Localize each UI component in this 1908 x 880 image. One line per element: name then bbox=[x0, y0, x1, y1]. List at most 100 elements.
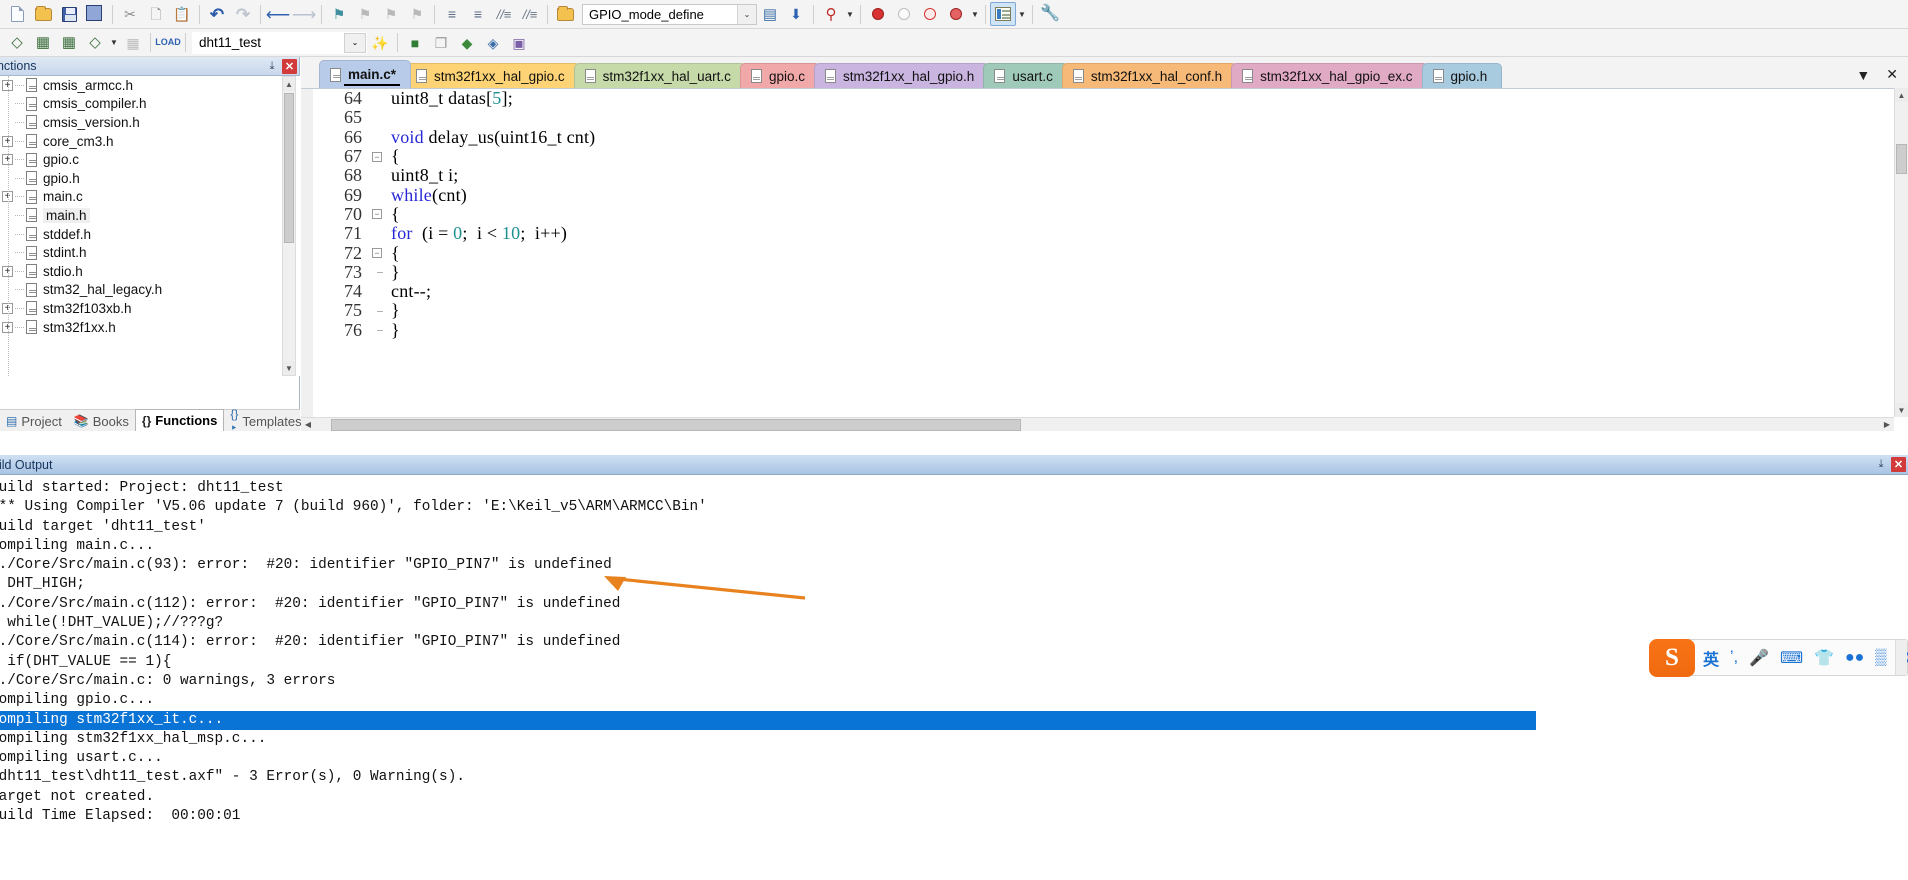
browse-file-button[interactable] bbox=[552, 2, 578, 26]
target-options-button[interactable]: ✨ bbox=[367, 31, 393, 55]
select-software-packs-button[interactable]: ▣ bbox=[506, 31, 532, 55]
batch-build-button[interactable]: ◇ bbox=[82, 31, 108, 55]
build-output-log[interactable]: Build started: Project: dht11_test *** Us… bbox=[0, 475, 1908, 880]
insert-symbol-button[interactable]: ⬇ bbox=[783, 2, 809, 26]
copy-button[interactable]: 🗋 bbox=[143, 2, 169, 26]
editor-tab[interactable]: stm32f1xx_hal_uart.c bbox=[573, 63, 746, 88]
save-all-button[interactable] bbox=[82, 2, 108, 26]
hscroll-track[interactable] bbox=[315, 418, 1880, 431]
breakpoint-dropdown-caret[interactable]: ▼ bbox=[969, 2, 981, 26]
editor-tab[interactable]: stm32f1xx_hal_conf.h bbox=[1061, 63, 1238, 88]
bookmark-next-button[interactable]: ⚑ bbox=[378, 2, 404, 26]
scroll-up-arrow-icon[interactable]: ▲ bbox=[283, 77, 295, 91]
uncomment-button[interactable]: //≡ bbox=[517, 2, 543, 26]
fold-marker[interactable]: − bbox=[369, 209, 385, 220]
editor-vertical-scrollbar[interactable]: ▲ ▼ bbox=[1894, 88, 1908, 417]
tree-item[interactable]: stdint.h bbox=[0, 243, 300, 262]
find-button[interactable]: ⚲ bbox=[818, 2, 844, 26]
build-output-line[interactable]: "dht11_test\dht11_test.axf" - 3 Error(s)… bbox=[0, 768, 1908, 787]
build-output-line[interactable]: Build started: Project: dht11_test bbox=[0, 479, 1908, 498]
manage-runtime-button[interactable]: ◈ bbox=[480, 31, 506, 55]
bookmark-prev-button[interactable]: ⚑ bbox=[352, 2, 378, 26]
close-icon[interactable]: ✕ bbox=[1891, 457, 1906, 472]
tree-item[interactable]: + stm32f1xx.h bbox=[0, 318, 300, 337]
new-file-button[interactable] bbox=[4, 2, 30, 26]
editor-tab[interactable]: stm32f1xx_hal_gpio_ex.c bbox=[1231, 63, 1428, 88]
build-output-line-selected[interactable]: compiling stm32f1xx_it.c... bbox=[0, 710, 1536, 730]
tree-item[interactable]: cmsis_version.h bbox=[0, 113, 300, 132]
tree-item[interactable]: + cmsis_armcc.h bbox=[0, 76, 300, 95]
fold-collapse-icon[interactable]: − bbox=[372, 209, 382, 220]
scroll-left-arrow-icon[interactable]: ◀ bbox=[301, 420, 315, 429]
ime-skin-icon[interactable]: 👕 bbox=[1814, 648, 1834, 668]
tree-item[interactable]: + gpio.c bbox=[0, 150, 300, 169]
bookmark-toggle-button[interactable]: ⚑ bbox=[326, 2, 352, 26]
tab-project[interactable]: ▤ Project bbox=[0, 411, 68, 431]
tree-item[interactable]: gpio.h bbox=[0, 169, 300, 188]
build-output-line[interactable]: Build target 'dht11_test' bbox=[0, 518, 1908, 537]
scroll-down-arrow-icon[interactable]: ▼ bbox=[283, 361, 295, 375]
find-dropdown-caret[interactable]: ▼ bbox=[844, 2, 856, 26]
tree-item[interactable]: stddef.h bbox=[0, 225, 300, 244]
build-output-line[interactable]: Target not created. bbox=[0, 788, 1908, 807]
breakpoint-disable-all-button[interactable] bbox=[917, 2, 943, 26]
build-output-line[interactable]: compiling main.c... bbox=[0, 537, 1908, 556]
scrollbar-thumb[interactable] bbox=[331, 418, 1021, 431]
chevron-down-icon[interactable]: ⌄ bbox=[737, 4, 756, 24]
editor-horizontal-scrollbar[interactable]: ◀ ▶ bbox=[301, 417, 1894, 431]
pack-installer-button[interactable]: ◆ bbox=[454, 31, 480, 55]
build-output-line[interactable]: compiling usart.c... bbox=[0, 749, 1908, 768]
tab-close-icon[interactable]: ✕ bbox=[1886, 66, 1898, 83]
fold-collapse-icon[interactable]: − bbox=[372, 248, 382, 259]
build-output-line[interactable]: DHT_HIGH; bbox=[0, 575, 1908, 594]
ime-voice-input-icon[interactable]: 🎤 bbox=[1749, 648, 1769, 668]
build-output-line[interactable]: ../Core/Src/main.c(114): error: #20: ide… bbox=[0, 633, 1908, 652]
build-output-line[interactable]: if(DHT_VALUE == 1){ bbox=[0, 653, 1908, 672]
comment-button[interactable]: //≡ bbox=[491, 2, 517, 26]
tree-item[interactable]: main.h bbox=[0, 206, 300, 225]
find-in-files-button[interactable]: ▤ bbox=[757, 2, 783, 26]
pin-icon[interactable]: ⤓ bbox=[265, 59, 279, 73]
build-output-line[interactable]: Build Time Elapsed: 00:00:01 bbox=[0, 807, 1908, 826]
stop-build-button[interactable]: ▦ bbox=[120, 31, 146, 55]
tab-functions[interactable]: {} Functions bbox=[134, 409, 225, 431]
search-combo[interactable]: GPIO_mode_define ⌄ bbox=[582, 3, 757, 25]
build-output-line[interactable]: compiling gpio.c... bbox=[0, 691, 1908, 710]
editor-tab[interactable]: gpio.c bbox=[739, 63, 820, 88]
save-button[interactable] bbox=[56, 2, 82, 26]
breakpoint-insert-button[interactable] bbox=[865, 2, 891, 26]
download-button[interactable]: LOAD bbox=[155, 31, 181, 55]
tree-item[interactable]: + stdio.h bbox=[0, 262, 300, 281]
open-file-button[interactable] bbox=[30, 2, 56, 26]
close-icon[interactable]: ✕ bbox=[282, 58, 297, 74]
bookmark-clear-button[interactable]: ⚑ bbox=[404, 2, 430, 26]
build-output-line[interactable]: while(!DHT_VALUE);//???g? bbox=[0, 614, 1908, 633]
scroll-down-arrow-icon[interactable]: ▼ bbox=[1895, 403, 1908, 417]
breakpoint-kill-all-button[interactable] bbox=[943, 2, 969, 26]
target-combo[interactable]: dht11_test ⌄ bbox=[192, 31, 367, 54]
fold-marker[interactable]: − bbox=[369, 248, 385, 259]
configure-button[interactable]: 🔧 bbox=[1037, 2, 1063, 26]
windows-dropdown-caret[interactable]: ▼ bbox=[1016, 2, 1028, 26]
editor-tab[interactable]: main.c* bbox=[319, 60, 412, 88]
tree-item[interactable]: stm32_hal_legacy.h bbox=[0, 281, 300, 300]
tree-item[interactable]: + core_cm3.h bbox=[0, 132, 300, 151]
cut-button[interactable]: ✂ bbox=[117, 2, 143, 26]
editor-tab[interactable]: stm32f1xx_hal_gpio.h bbox=[813, 63, 990, 88]
build-output-line[interactable]: ../Core/Src/main.c(93): error: #20: iden… bbox=[0, 556, 1908, 575]
tree-item[interactable]: + main.c bbox=[0, 188, 300, 207]
build-button[interactable]: ▦ bbox=[30, 31, 56, 55]
fold-marker[interactable]: − bbox=[369, 151, 385, 162]
functions-file-tree[interactable]: + cmsis_armcc.h cmsis_compiler.h cmsis_vers… bbox=[0, 76, 300, 376]
scroll-right-arrow-icon[interactable]: ▶ bbox=[1880, 420, 1894, 429]
tree-item[interactable]: + stm32f103xb.h bbox=[0, 299, 300, 318]
manage-windows-button[interactable] bbox=[990, 2, 1016, 26]
editor-tab[interactable]: usart.c bbox=[983, 63, 1068, 88]
tab-templates[interactable]: {}‣ Templates bbox=[224, 407, 307, 435]
redo-button[interactable]: ↷ bbox=[230, 2, 256, 26]
ime-toolbox-icon[interactable]: ▒ bbox=[1875, 649, 1886, 667]
navigate-back-button[interactable]: ⟵ bbox=[265, 2, 291, 26]
build-output-line[interactable]: ../Core/Src/main.c: 0 warnings, 3 errors bbox=[0, 672, 1908, 691]
build-output-line[interactable]: ../Core/Src/main.c(112): error: #20: ide… bbox=[0, 595, 1908, 614]
tree-item[interactable]: cmsis_compiler.h bbox=[0, 95, 300, 114]
